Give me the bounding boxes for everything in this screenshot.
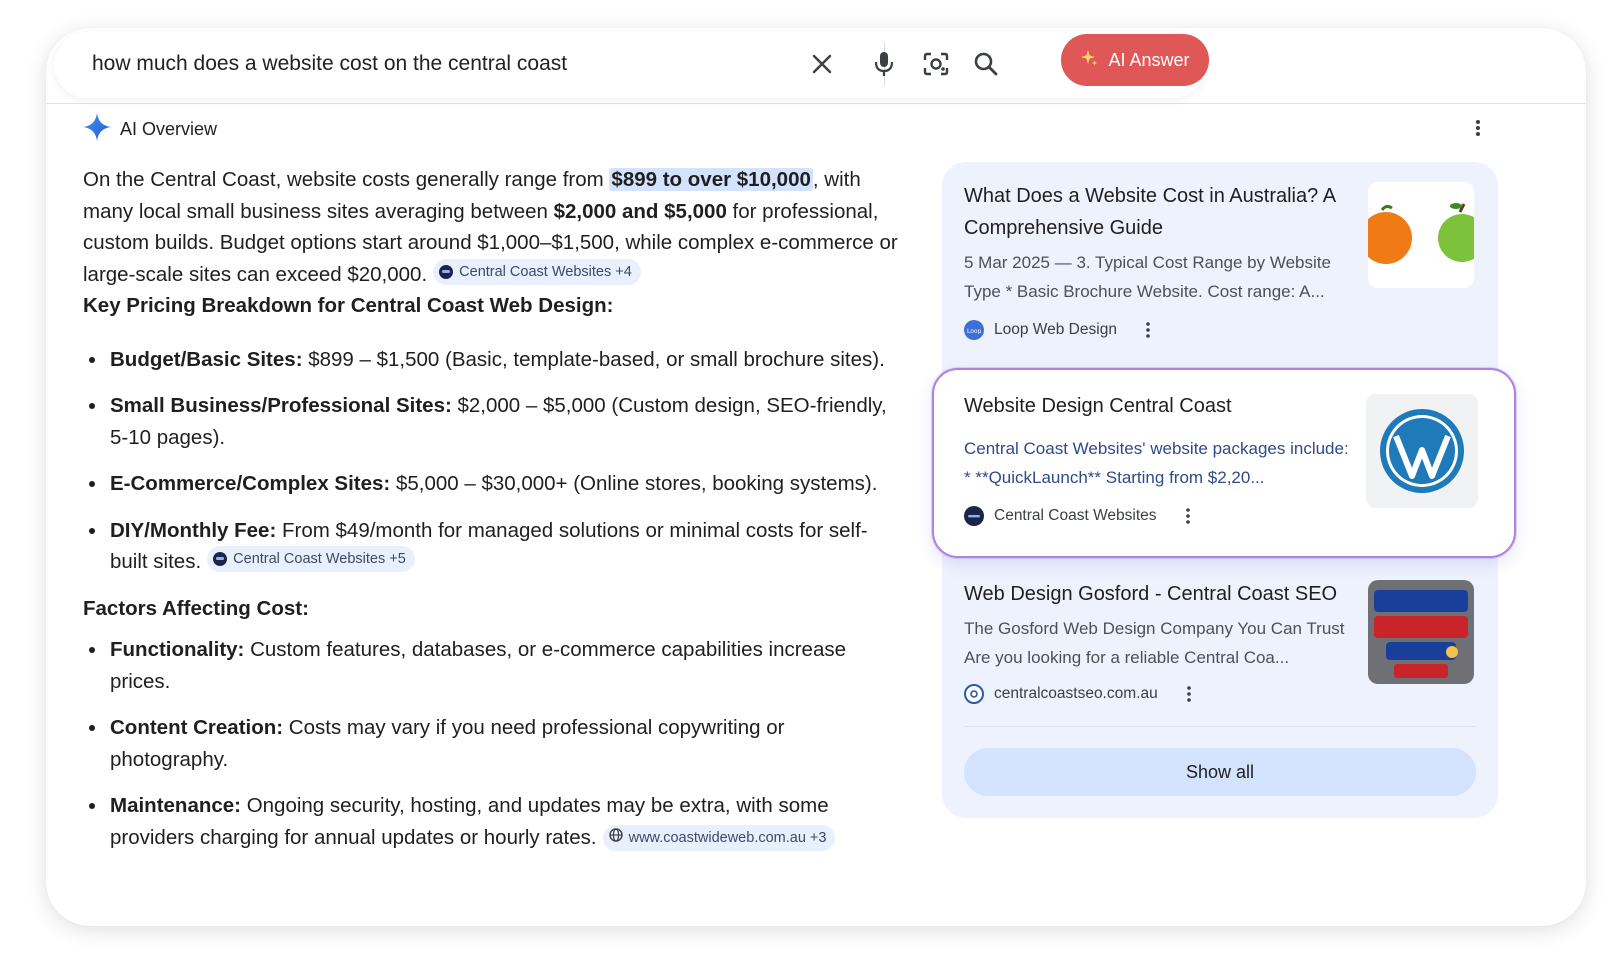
source-site[interactable]: centralcoastseo.com.au — [964, 684, 1198, 704]
loop-favicon-icon: Loop — [964, 320, 984, 340]
ai-overview-title: AI Overview — [120, 119, 218, 139]
item-label: Small Business/Professional Sites: — [110, 394, 452, 417]
source-title[interactable]: What Does a Website Cost in Australia? A… — [964, 180, 1364, 244]
ai-answer-label: AI Answer — [1108, 49, 1190, 70]
source-chip[interactable]: www.coastwideweb.com.au +3 — [602, 824, 836, 851]
intro-text: On the Central Coast, website costs gene… — [83, 168, 610, 191]
microphone-icon[interactable] — [866, 46, 902, 82]
search-icon[interactable] — [968, 46, 1004, 82]
more-options-icon[interactable] — [1139, 321, 1157, 339]
item-label: E-Commerce/Complex Sites: — [110, 472, 391, 495]
panel-divider — [964, 726, 1476, 727]
item-label: Maintenance: — [110, 794, 241, 817]
highlighted-range: $899 to over $10,000 — [609, 168, 813, 191]
item-label: Functionality: — [110, 638, 245, 661]
source-chip-label: www.coastwideweb.com.au +3 — [628, 829, 827, 846]
factors-heading: Factors Affecting Cost: — [83, 596, 309, 620]
list-item: Maintenance: Ongoing security, hosting, … — [83, 790, 903, 853]
ai-overview-header: AI Overview — [82, 112, 217, 147]
clear-icon[interactable] — [804, 46, 840, 82]
list-item: Small Business/Professional Sites: $2,00… — [83, 390, 903, 453]
source-snippet: The Gosford Web Design Company You Can T… — [964, 619, 1345, 667]
source-site[interactable]: Central Coast Websites — [964, 506, 1197, 526]
factors-list: Functionality: Custom features, database… — [83, 634, 903, 853]
source-site-name: Central Coast Websites — [994, 507, 1157, 524]
source-chip-label: Central Coast Websites +4 — [459, 263, 632, 280]
source-card-2[interactable]: Website Design Central Coast Central Coa… — [932, 368, 1516, 558]
sparkle-icon — [1080, 49, 1098, 72]
source-chip[interactable]: Central Coast Websites +4 — [433, 258, 641, 285]
search-results-card: how much does a website cost on the cent… — [46, 28, 1586, 926]
ai-overview-body: On the Central Coast, website costs gene… — [83, 164, 903, 868]
source-site[interactable]: Loop Loop Web Design — [964, 320, 1157, 340]
pricing-list: Budget/Basic Sites: $899 – $1,500 (Basic… — [83, 344, 903, 578]
list-item: Budget/Basic Sites: $899 – $1,500 (Basic… — [83, 344, 903, 376]
list-item: E-Commerce/Complex Sites: $5,000 – $30,0… — [83, 468, 903, 500]
item-label: DIY/Monthly Fee: — [110, 518, 277, 542]
source-snippet: 5 Mar 2025 — 3. Typical Cost Range by We… — [964, 253, 1331, 301]
lens-camera-icon[interactable] — [918, 46, 954, 82]
source-title[interactable]: Website Design Central Coast — [964, 390, 1364, 422]
central-coast-favicon-icon — [964, 506, 984, 526]
source-title[interactable]: Web Design Gosford - Central Coast SEO — [964, 578, 1364, 610]
list-item: Functionality: Custom features, database… — [83, 634, 903, 697]
wordpress-logo-thumbnail[interactable] — [1366, 394, 1478, 508]
instant-quote-thumbnail[interactable] — [1368, 580, 1474, 684]
item-text: $899 – $1,500 (Basic, template-based, or… — [302, 347, 885, 371]
search-bar: how much does a website cost on the cent… — [46, 28, 1586, 104]
seo-favicon-icon — [964, 684, 984, 704]
list-item: Content Creation: Costs may vary if you … — [83, 712, 903, 775]
more-options-icon[interactable] — [1179, 507, 1197, 525]
source-site-name: centralcoastseo.com.au — [994, 685, 1158, 702]
source-site-name: Loop Web Design — [994, 321, 1117, 338]
svg-text:Loop: Loop — [967, 328, 981, 334]
search-query[interactable]: how much does a website cost on the cent… — [92, 52, 567, 76]
intro-bold: $2,000 and $5,000 — [553, 199, 727, 223]
oranges-apple-thumbnail[interactable] — [1368, 182, 1474, 288]
show-all-button[interactable]: Show all — [964, 748, 1476, 796]
list-item: DIY/Monthly Fee: From $49/month for mana… — [83, 515, 903, 578]
more-options-icon[interactable] — [1180, 685, 1198, 703]
item-label: Content Creation: — [110, 716, 284, 739]
more-options-icon[interactable] — [1466, 116, 1490, 140]
source-snippet: Central Coast Websites' website packages… — [964, 439, 1349, 487]
overview-intro: On the Central Coast, website costs gene… — [83, 164, 903, 290]
ai-answer-button[interactable]: AI Answer — [1061, 34, 1209, 86]
item-text: $5,000 – $30,000+ (Online stores, bookin… — [390, 472, 878, 495]
site-favicon-icon — [439, 264, 454, 279]
site-favicon-icon — [213, 552, 228, 566]
search-box[interactable]: how much does a website cost on the cent… — [54, 32, 1209, 98]
pricing-heading: Key Pricing Breakdown for Central Coast … — [83, 294, 614, 317]
source-chip-label: Central Coast Websites +5 — [233, 551, 406, 567]
source-chip[interactable]: Central Coast Websites +5 — [207, 546, 415, 572]
globe-icon — [608, 825, 623, 851]
gemini-sparkle-icon — [82, 112, 112, 147]
item-label: Budget/Basic Sites: — [110, 347, 303, 371]
